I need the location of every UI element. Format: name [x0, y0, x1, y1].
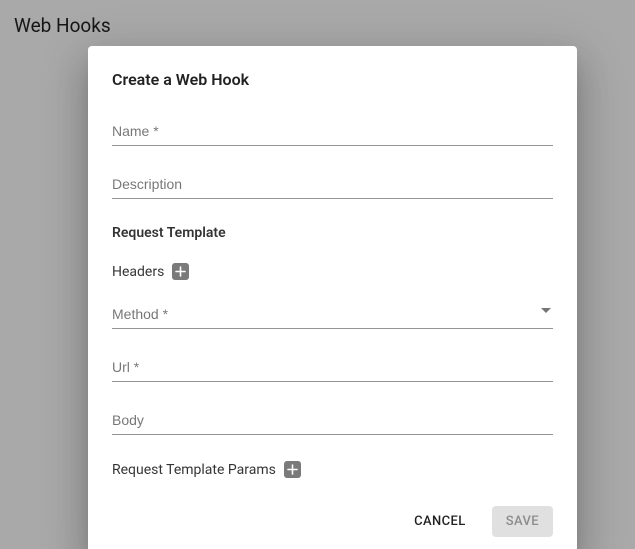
add-header-button[interactable] [172, 263, 189, 280]
dialog-actions: CANCEL SAVE [112, 506, 553, 537]
request-template-label: Request Template [112, 225, 553, 241]
headers-row: Headers [112, 263, 553, 280]
description-input[interactable] [112, 172, 553, 199]
request-template-params-label: Request Template Params [112, 462, 276, 478]
name-field [112, 119, 553, 146]
cancel-button[interactable]: CANCEL [400, 506, 480, 537]
create-webhook-dialog: Create a Web Hook Request Template Heade… [88, 46, 577, 549]
method-field[interactable] [112, 302, 553, 329]
plus-icon [287, 464, 298, 475]
request-template-params-row: Request Template Params [112, 461, 553, 478]
url-input[interactable] [112, 355, 553, 382]
dialog-title: Create a Web Hook [112, 70, 553, 89]
add-param-button[interactable] [284, 461, 301, 478]
headers-label: Headers [112, 264, 164, 280]
plus-icon [175, 266, 186, 277]
body-field [112, 408, 553, 435]
save-button: SAVE [492, 506, 553, 537]
description-field [112, 172, 553, 199]
body-input[interactable] [112, 408, 553, 435]
name-input[interactable] [112, 119, 553, 146]
url-field [112, 355, 553, 382]
method-select[interactable] [112, 302, 553, 329]
